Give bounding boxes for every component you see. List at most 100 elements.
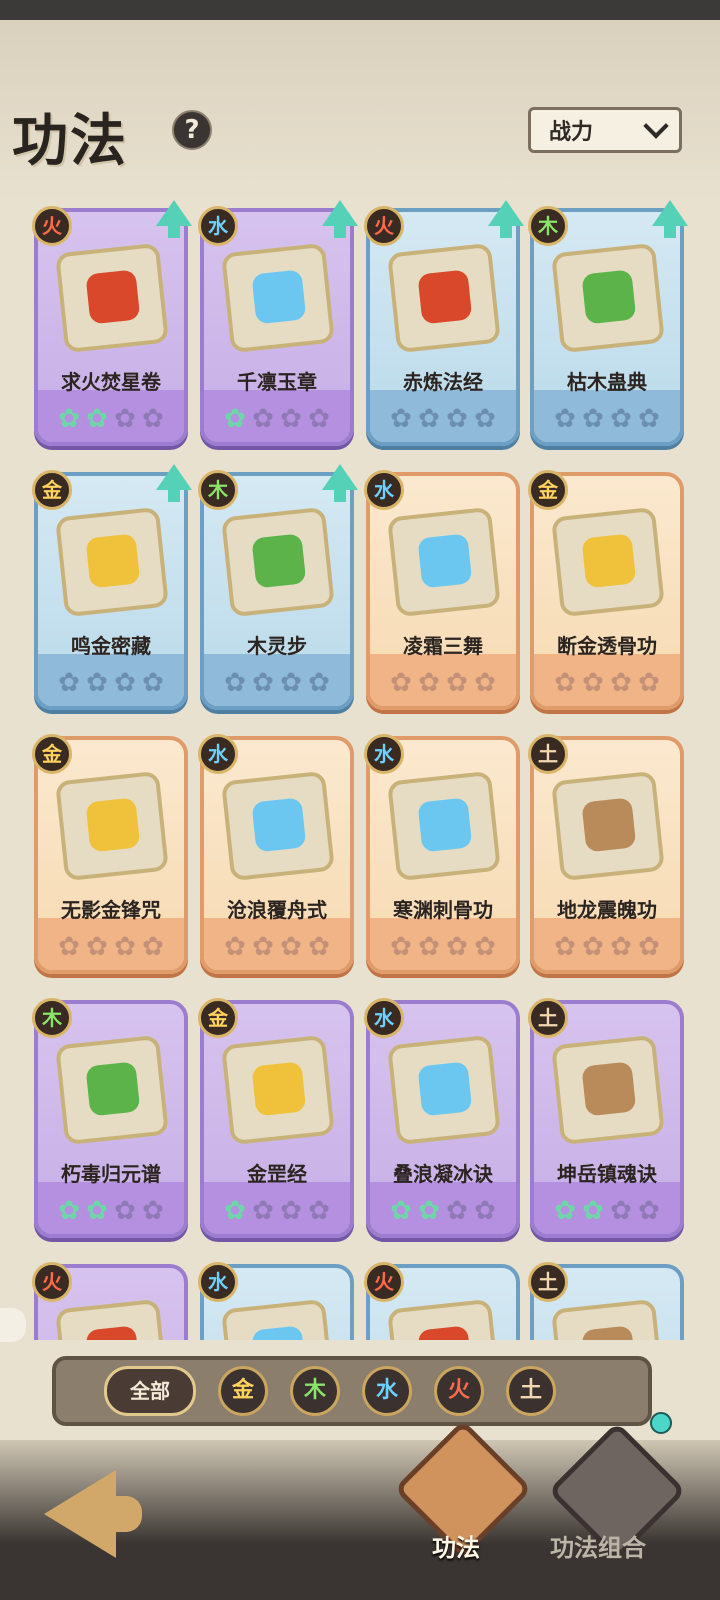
- skill-card[interactable]: 金鸣金密藏 ✿ ✿ ✿ ✿: [32, 464, 192, 710]
- skill-emblem-icon: [417, 1061, 473, 1117]
- star-empty-icon: ✿: [638, 404, 660, 434]
- chat-tab[interactable]: [0, 1308, 26, 1342]
- star-filled-icon: ✿: [224, 668, 246, 698]
- element-badge: 木: [198, 470, 238, 510]
- star-empty-icon: ✿: [474, 404, 496, 434]
- star-empty-icon: ✿: [280, 668, 302, 698]
- skill-card[interactable]: 木朽毒归元谱 ✿ ✿ ✿ ✿: [32, 998, 188, 1238]
- star-filled-icon: ✿: [554, 1196, 576, 1226]
- skill-name: 沧浪覆舟式: [227, 898, 327, 922]
- skill-name: 无影金锋咒: [61, 898, 161, 922]
- skill-card[interactable]: 火✿✿✿✿: [364, 1262, 520, 1340]
- skill-book-icon: [221, 506, 335, 618]
- star-filled-icon: ✿: [554, 404, 576, 434]
- star-empty-icon: ✿: [114, 932, 136, 962]
- star-rating: ✿ ✿ ✿ ✿: [56, 1198, 166, 1224]
- star-rating: ✿ ✿ ✿ ✿: [552, 934, 662, 960]
- star-empty-icon: ✿: [610, 1196, 632, 1226]
- upgrade-arrow-icon: [652, 200, 688, 238]
- star-empty-icon: ✿: [418, 668, 440, 698]
- element-badge: 水: [198, 206, 238, 246]
- skill-card[interactable]: 火赤炼法经 ✿ ✿ ✿ ✿: [364, 200, 524, 446]
- star-filled-icon: ✿: [390, 404, 412, 434]
- star-empty-icon: ✿: [114, 404, 136, 434]
- star-empty-icon: ✿: [142, 932, 164, 962]
- star-empty-icon: ✿: [474, 1196, 496, 1226]
- element-badge: 火: [32, 206, 72, 246]
- skill-card[interactable]: 水叠浪凝冰诀 ✿ ✿ ✿ ✿: [364, 998, 520, 1238]
- star-empty-icon: ✿: [610, 932, 632, 962]
- element-badge: 金: [32, 734, 72, 774]
- star-filled-icon: ✿: [86, 1196, 108, 1226]
- filter-all-button[interactable]: 全部: [104, 1366, 196, 1416]
- element-badge: 水: [364, 998, 404, 1038]
- filter-wood-button[interactable]: 木: [290, 1366, 340, 1416]
- star-empty-icon: ✿: [308, 1196, 330, 1226]
- filter-water-button[interactable]: 水: [362, 1366, 412, 1416]
- skill-emblem-icon: [417, 1325, 473, 1340]
- help-button[interactable]: ?: [172, 110, 212, 150]
- element-badge: 水: [198, 734, 238, 774]
- star-filled-icon: ✿: [582, 1196, 604, 1226]
- upgrade-arrow-icon: [322, 464, 358, 502]
- star-empty-icon: ✿: [280, 1196, 302, 1226]
- element-filter-bar: 全部 金 木 水 火 土: [52, 1356, 652, 1426]
- star-empty-icon: ✿: [418, 932, 440, 962]
- skill-card[interactable]: 水凌霜三舞 ✿ ✿ ✿ ✿: [364, 470, 520, 710]
- skill-card[interactable]: 火求火焚星卷 ✿ ✿ ✿ ✿: [32, 200, 192, 446]
- skill-card[interactable]: 水千凛玉章 ✿ ✿ ✿ ✿: [198, 200, 358, 446]
- skill-emblem-icon: [581, 269, 637, 325]
- tab-skill-combo-label[interactable]: 功法组合: [550, 1528, 646, 1563]
- skill-book-icon: [551, 1298, 665, 1340]
- star-empty-icon: ✿: [308, 404, 330, 434]
- filter-fire-button[interactable]: 火: [434, 1366, 484, 1416]
- star-rating: ✿ ✿ ✿ ✿: [222, 934, 332, 960]
- skill-name: 凌霜三舞: [403, 634, 483, 658]
- skill-card[interactable]: 金金罡经 ✿ ✿ ✿ ✿: [198, 998, 354, 1238]
- skill-card[interactable]: 木枯木蛊典 ✿ ✿ ✿ ✿: [528, 200, 688, 446]
- star-empty-icon: ✿: [142, 668, 164, 698]
- skill-card[interactable]: 火✿✿✿✿: [32, 1262, 188, 1340]
- star-filled-icon: ✿: [446, 404, 468, 434]
- skill-card[interactable]: 土地龙震魄功 ✿ ✿ ✿ ✿: [528, 734, 684, 974]
- element-badge: 金: [528, 470, 568, 510]
- skill-card[interactable]: 土坤岳镇魂诀 ✿ ✿ ✿ ✿: [528, 998, 684, 1238]
- skill-book-icon: [387, 242, 501, 354]
- skill-emblem-icon: [251, 1325, 307, 1340]
- skill-emblem-icon: [417, 269, 473, 325]
- star-filled-icon: ✿: [252, 668, 274, 698]
- star-empty-icon: ✿: [308, 668, 330, 698]
- star-filled-icon: ✿: [224, 404, 246, 434]
- filter-metal-button[interactable]: 金: [218, 1366, 268, 1416]
- star-empty-icon: ✿: [610, 668, 632, 698]
- skill-emblem-icon: [581, 533, 637, 589]
- star-empty-icon: ✿: [582, 668, 604, 698]
- star-filled-icon: ✿: [418, 1196, 440, 1226]
- star-empty-icon: ✿: [390, 932, 412, 962]
- skill-book-icon: [55, 242, 169, 354]
- skill-card[interactable]: 金断金透骨功 ✿ ✿ ✿ ✿: [528, 470, 684, 710]
- star-empty-icon: ✿: [114, 668, 136, 698]
- element-badge: 土: [528, 734, 568, 774]
- skill-emblem-icon: [417, 533, 473, 589]
- skill-card[interactable]: 水✿✿✿✿: [198, 1262, 354, 1340]
- skill-card[interactable]: 土✿✿✿✿: [528, 1262, 684, 1340]
- sort-dropdown[interactable]: 战力: [528, 107, 682, 153]
- skill-card[interactable]: 木木灵步 ✿ ✿ ✿ ✿: [198, 464, 358, 710]
- skill-emblem-icon: [581, 1061, 637, 1117]
- element-badge: 水: [198, 1262, 238, 1302]
- star-rating: ✿ ✿ ✿ ✿: [552, 1198, 662, 1224]
- skill-name: 寒渊刺骨功: [393, 898, 493, 922]
- star-filled-icon: ✿: [58, 404, 80, 434]
- skill-card[interactable]: 水沧浪覆舟式 ✿ ✿ ✿ ✿: [198, 734, 354, 974]
- star-empty-icon: ✿: [280, 932, 302, 962]
- tab-skills-label[interactable]: 功法: [432, 1528, 480, 1563]
- skill-card[interactable]: 金无影金锋咒 ✿ ✿ ✿ ✿: [32, 734, 188, 974]
- filter-earth-button[interactable]: 土: [506, 1366, 556, 1416]
- skill-book-icon: [221, 1298, 335, 1340]
- skill-card[interactable]: 水寒渊刺骨功 ✿ ✿ ✿ ✿: [364, 734, 520, 974]
- back-arrow-icon[interactable]: [44, 1470, 142, 1558]
- skill-book-icon: [387, 1034, 501, 1146]
- skill-name: 断金透骨功: [557, 634, 657, 658]
- star-rating: ✿ ✿ ✿ ✿: [56, 406, 166, 432]
